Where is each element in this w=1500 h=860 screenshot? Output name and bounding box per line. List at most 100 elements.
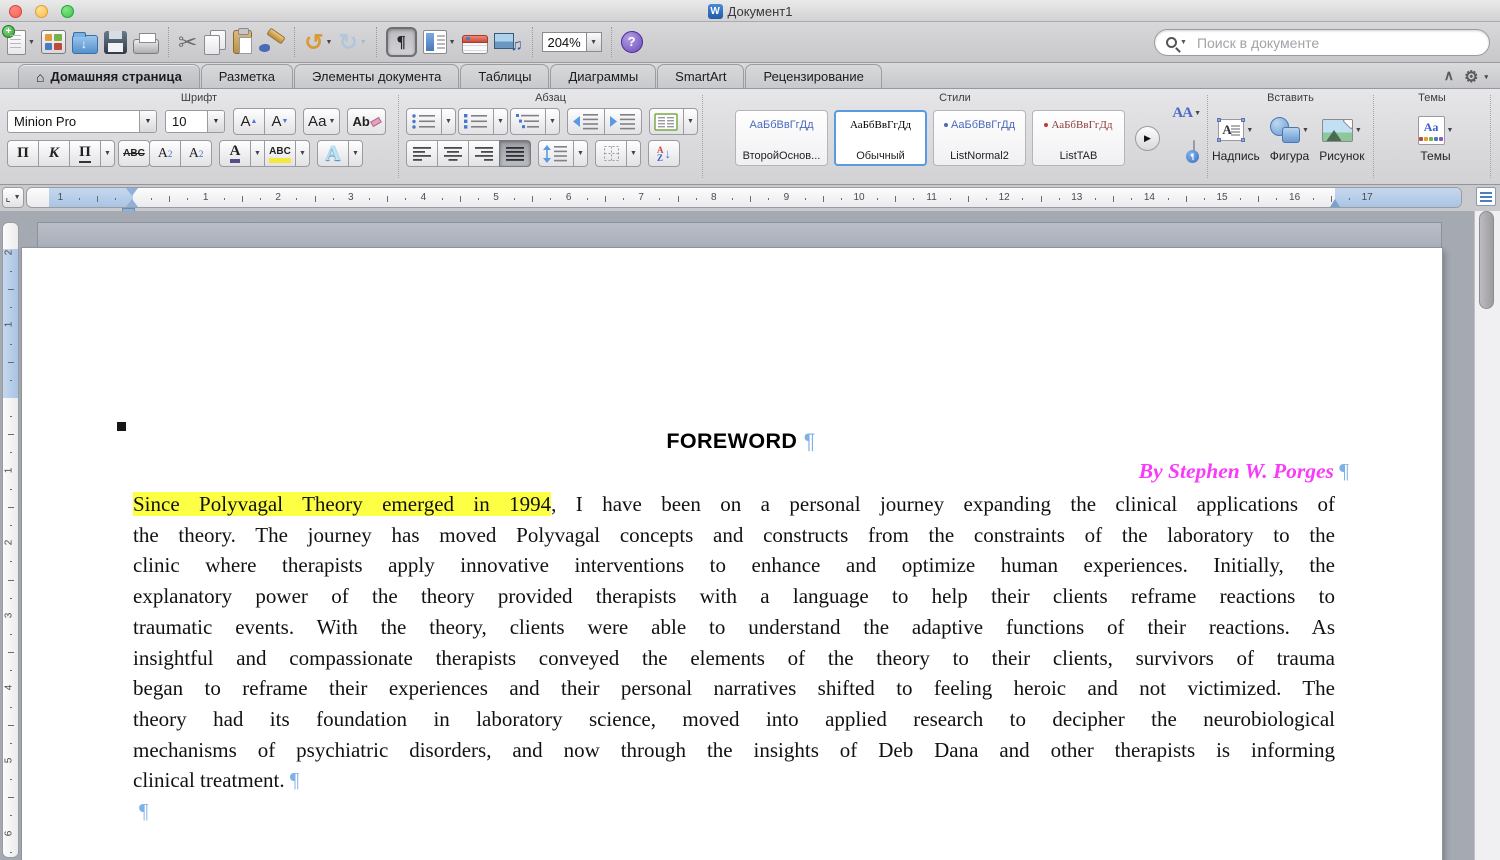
- zoom-dropdown[interactable]: ▼: [586, 32, 602, 52]
- ribbon-settings-button[interactable]: ⚙ ▾: [1464, 67, 1488, 87]
- multilevel-list-dropdown[interactable]: ▼: [545, 108, 560, 135]
- tab-review[interactable]: Рецензирование: [745, 64, 882, 88]
- hanging-indent-marker[interactable]: [126, 193, 138, 207]
- shrink-font-button[interactable]: A ▼: [264, 108, 296, 135]
- font-size-combo[interactable]: 10 ▼: [165, 110, 225, 133]
- borders-dropdown[interactable]: ▼: [626, 140, 641, 167]
- horizontal-ruler[interactable]: 1 1 2 3 4 5 6 7 8 9 10 11 12 13 14 15 16 17: [26, 187, 1462, 208]
- style-card-listnormal2[interactable]: АаБбВвГгДд ListNormal2: [933, 110, 1026, 166]
- show-formatting-marks-toggle[interactable]: ¶: [385, 27, 417, 57]
- subscript-button[interactable]: A2: [180, 140, 212, 167]
- tab-charts[interactable]: Диаграммы: [550, 64, 657, 88]
- ruler-tick: [10, 779, 12, 781]
- split-view-icon[interactable]: [1476, 187, 1496, 206]
- style-card-normal[interactable]: АаБбВвГгДд Обычный: [834, 110, 927, 166]
- sidebar-layout-button[interactable]: ▼: [422, 25, 456, 59]
- increase-indent-button[interactable]: [604, 108, 642, 135]
- new-document-button[interactable]: + ▼: [2, 24, 35, 59]
- line-spacing-dropdown[interactable]: ▼: [573, 140, 588, 167]
- text-effects-button[interactable]: А: [317, 140, 349, 167]
- bullet-list-dropdown[interactable]: ▼: [441, 108, 456, 135]
- italic-button[interactable]: К: [38, 140, 70, 167]
- underline-dropdown[interactable]: ▼: [100, 140, 115, 167]
- multilevel-list-button[interactable]: [510, 108, 546, 135]
- grow-font-button[interactable]: A ▲: [233, 108, 265, 135]
- font-size-dropdown[interactable]: ▼: [207, 111, 224, 132]
- change-case-icon: Аа: [308, 113, 327, 130]
- zoom-value[interactable]: 204%: [541, 32, 587, 52]
- change-case-button[interactable]: Аа ▼: [303, 108, 341, 135]
- redo-button[interactable]: ↻ ▼: [338, 25, 366, 59]
- copy-button[interactable]: [203, 25, 227, 59]
- font-color-dropdown[interactable]: ▼: [250, 140, 265, 167]
- text-effects-dropdown[interactable]: ▼: [348, 140, 363, 167]
- search-icon[interactable]: [1166, 37, 1177, 48]
- save-button[interactable]: [103, 25, 127, 59]
- media-browser-button[interactable]: [493, 25, 523, 59]
- ruler-tick: [840, 198, 842, 200]
- sort-button[interactable]: A Z ↓: [648, 140, 680, 167]
- decrease-indent-button[interactable]: [567, 108, 605, 135]
- ruler-tick: [1203, 198, 1205, 200]
- undo-button[interactable]: ↺ ▼: [304, 25, 332, 59]
- tab-document-elements[interactable]: Элементы документа: [293, 64, 460, 88]
- document-search[interactable]: ▼: [1154, 29, 1490, 56]
- clear-formatting-button[interactable]: Ab: [347, 108, 386, 135]
- themes-button[interactable]: Aa ▼ Темы: [1417, 113, 1453, 163]
- line-spacing-button[interactable]: [538, 140, 574, 167]
- vertical-ruler[interactable]: 2 1 1 2 3 4 5 6: [2, 222, 19, 858]
- body-paragraph[interactable]: Since Polyvagal Theory emerged in 1994, …: [133, 489, 1335, 827]
- search-options-dropdown[interactable]: ▼: [1180, 39, 1187, 46]
- help-button[interactable]: ?: [620, 31, 643, 53]
- underline-button[interactable]: П: [69, 140, 101, 167]
- highlight-dropdown[interactable]: ▼: [295, 140, 310, 167]
- strikethrough-button[interactable]: ABC: [118, 140, 150, 167]
- font-name-dropdown[interactable]: ▼: [139, 111, 156, 132]
- print-button[interactable]: [132, 25, 159, 59]
- collapse-ribbon-button[interactable]: ∧: [1444, 67, 1454, 84]
- insert-picture-button[interactable]: ▼ Рисунок: [1319, 113, 1364, 163]
- styles-pane-button[interactable]: ¶: [1186, 140, 1199, 163]
- tab-tables[interactable]: Таблицы: [460, 64, 550, 88]
- insert-textbox-button[interactable]: A ▼ Надпись: [1212, 113, 1260, 163]
- columns-button[interactable]: [649, 108, 684, 135]
- ruler-tick: [695, 198, 697, 200]
- numbered-list-button[interactable]: [458, 108, 494, 135]
- tab-layout[interactable]: Разметка: [200, 64, 293, 88]
- tab-smartart[interactable]: SmartArt: [657, 64, 745, 88]
- highlight-button[interactable]: ABC: [264, 140, 296, 167]
- justify-button[interactable]: [499, 140, 531, 167]
- bullet-list-button[interactable]: [406, 108, 442, 135]
- columns-dropdown[interactable]: ▼: [683, 108, 698, 135]
- superscript-button[interactable]: A2: [149, 140, 181, 167]
- paste-button[interactable]: [233, 25, 253, 59]
- document-byline[interactable]: By Stephen W. Porges ¶: [133, 459, 1349, 484]
- format-painter-button[interactable]: [258, 25, 285, 59]
- style-card-vtoroiosnov[interactable]: АаБбВвГгДд ВторойОснов...: [735, 110, 828, 166]
- insert-shape-button[interactable]: ▼ Фигура: [1270, 113, 1309, 163]
- gear-dropdown-arrow: ▾: [1484, 74, 1488, 81]
- manage-styles-button[interactable]: АА ▼: [1172, 105, 1201, 122]
- search-input[interactable]: [1194, 33, 1489, 52]
- style-card-listtab[interactable]: АаБбВвГгДд ListTAB: [1032, 110, 1125, 166]
- open-button[interactable]: [71, 25, 98, 59]
- gallery-button[interactable]: [40, 25, 66, 59]
- ruler-tick: [949, 198, 951, 200]
- numbered-list-dropdown[interactable]: ▼: [493, 108, 508, 135]
- styles-gallery-expander[interactable]: ▶: [1135, 125, 1160, 151]
- font-color-button[interactable]: А: [219, 140, 251, 167]
- align-left-button[interactable]: [406, 140, 438, 167]
- borders-button[interactable]: [595, 140, 627, 167]
- bold-button[interactable]: П: [7, 140, 39, 167]
- document-heading[interactable]: FOREWORD ¶: [133, 429, 1349, 454]
- tab-stop-selector[interactable]: ⌞ ▼: [2, 187, 24, 208]
- align-right-button[interactable]: [468, 140, 500, 167]
- tab-home[interactable]: ⌂ Домашняя страница: [18, 64, 200, 88]
- font-name-combo[interactable]: Minion Pro ▼: [7, 110, 157, 133]
- ruler-tick: 3: [348, 192, 354, 203]
- vertical-scrollbar-thumb[interactable]: [1479, 211, 1494, 309]
- toolbox-button[interactable]: [461, 25, 488, 59]
- align-center-button[interactable]: [437, 140, 469, 167]
- cut-button[interactable]: ✂: [178, 25, 197, 59]
- zoom-control[interactable]: 204% ▼: [541, 25, 602, 59]
